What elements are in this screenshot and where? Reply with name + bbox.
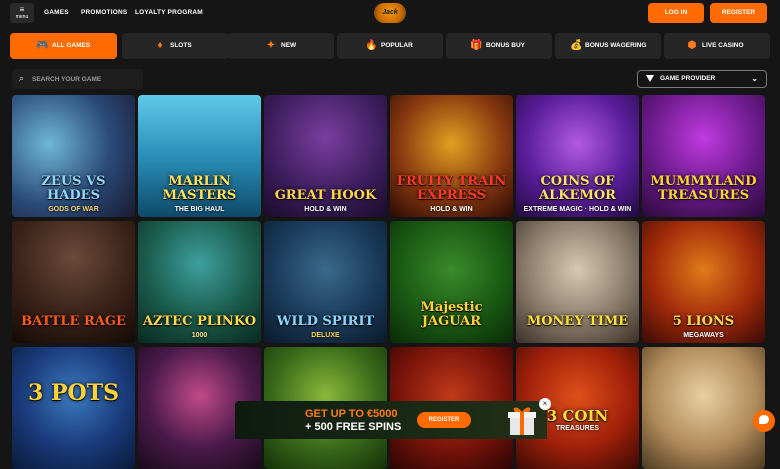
- menu-label: menu: [15, 14, 29, 20]
- site-logo[interactable]: Jack: [374, 3, 406, 23]
- money-bag-icon: 💰: [570, 40, 583, 51]
- category-live-casino[interactable]: ⬢ LIVE CASINO: [664, 33, 770, 59]
- game-search[interactable]: ⌕: [12, 69, 143, 89]
- game-tile[interactable]: MUMMYLAND TREASURES: [642, 95, 765, 217]
- game-tile[interactable]: MONEY TIME: [516, 221, 639, 343]
- promo-headline: GET UP TO €5000: [305, 408, 398, 420]
- category-popular[interactable]: 🔥 POPULAR: [337, 33, 443, 59]
- gift-icon: 🎁: [470, 40, 483, 51]
- category-bar: 🎮 ALL GAMES ♦ SLOTS ✦ NEW 🔥 POPULAR 🎁 BONUS B…: [10, 33, 770, 59]
- game-tile[interactable]: FRUITY TRAIN EXPRESS HOLD & WIN: [390, 95, 513, 217]
- category-new[interactable]: ✦ NEW: [228, 33, 334, 59]
- category-all-games[interactable]: 🎮 ALL GAMES: [10, 33, 117, 59]
- game-tile[interactable]: MARLIN MASTERS THE BIG HAUL: [138, 95, 261, 217]
- filter-icon: [646, 75, 654, 82]
- promo-subline: + 500 FREE SPINS: [305, 421, 402, 433]
- game-tile[interactable]: GREAT HOOK HOLD & WIN: [264, 95, 387, 217]
- game-tile[interactable]: WILD SPIRIT DELUXE: [264, 221, 387, 343]
- game-tile[interactable]: ZEUS VS HADES GODS OF WAR: [12, 95, 135, 217]
- promo-banner: GET UP TO €5000 + 500 FREE SPINS REGISTE…: [235, 398, 551, 439]
- category-slots[interactable]: ♦ SLOTS: [122, 33, 229, 59]
- hamburger-icon: ≡: [19, 5, 25, 14]
- category-bonus-buy[interactable]: 🎁 BONUS BUY: [446, 33, 552, 59]
- game-tile[interactable]: [642, 347, 765, 469]
- chevron-down-icon: ⌄: [751, 74, 758, 83]
- diamond-icon: ♦: [157, 40, 163, 51]
- game-tile[interactable]: COINS OF ALKEMOR EXTREME MAGIC · HOLD & …: [516, 95, 639, 217]
- close-icon[interactable]: ×: [539, 398, 551, 410]
- search-icon: ⌕: [19, 73, 25, 83]
- chat-button[interactable]: [753, 410, 775, 432]
- nav-loyalty-program[interactable]: LOYALTY PROGRAM: [135, 9, 203, 16]
- cube-icon: ⬢: [687, 40, 697, 51]
- menu-button[interactable]: ≡ menu: [10, 3, 34, 23]
- nav-promotions[interactable]: PROMOTIONS: [81, 9, 127, 16]
- flame-icon: 🔥: [365, 40, 378, 51]
- game-tile[interactable]: AZTEC PLINKO 1000: [138, 221, 261, 343]
- game-tile[interactable]: 5 LIONS MEGAWAYS: [642, 221, 765, 343]
- login-button[interactable]: LOG IN: [648, 3, 704, 23]
- chat-bubble-icon: [759, 415, 769, 424]
- game-tile[interactable]: BATTLE RAGE: [12, 221, 135, 343]
- category-bonus-wagering[interactable]: 💰 BONUS WAGERING: [555, 33, 661, 59]
- gift-box-icon: [508, 407, 536, 435]
- sparkle-icon: ✦: [266, 40, 276, 51]
- nav-games[interactable]: GAMES: [44, 9, 69, 16]
- game-tile[interactable]: Majestic JAGUAR: [390, 221, 513, 343]
- top-bar: ≡ menu GAMES PROMOTIONS LOYALTY PROGRAM …: [0, 0, 780, 26]
- register-button[interactable]: REGISTER: [710, 3, 767, 23]
- promo-register-button[interactable]: REGISTER: [417, 412, 471, 428]
- game-grid: ZEUS VS HADES GODS OF WAR MARLIN MASTERS…: [12, 95, 768, 469]
- game-provider-dropdown[interactable]: GAME PROVIDER ⌄: [637, 70, 767, 88]
- gamepad-icon: 🎮: [36, 40, 49, 51]
- game-tile[interactable]: 3 POTS: [12, 347, 135, 469]
- search-input[interactable]: [32, 72, 140, 86]
